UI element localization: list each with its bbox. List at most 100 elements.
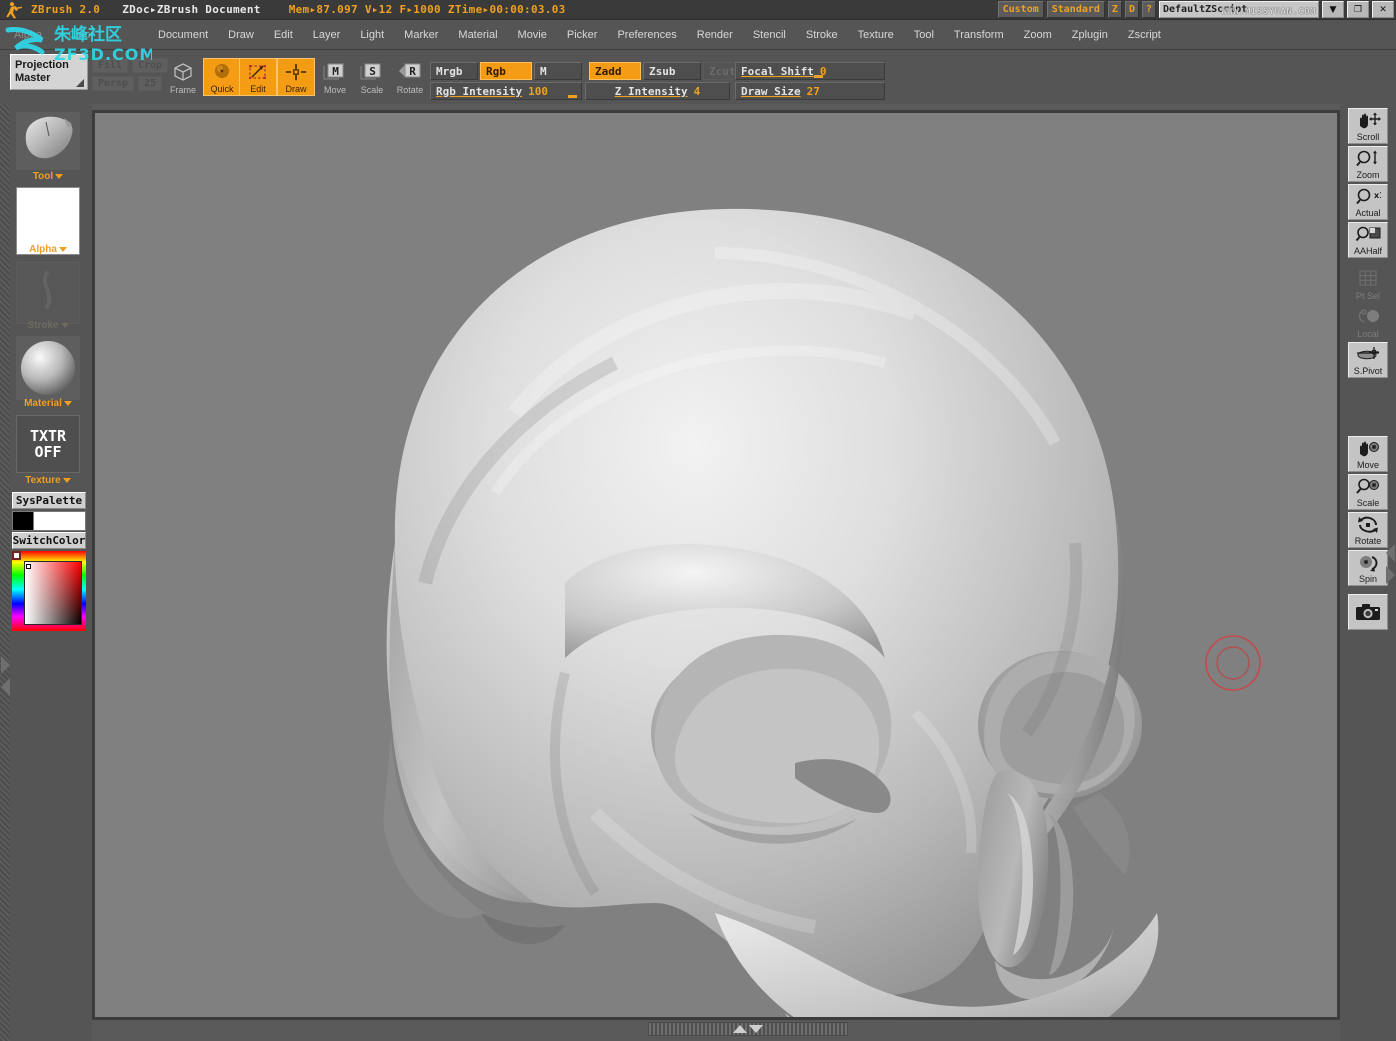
move-button[interactable]: M Move <box>316 58 354 96</box>
local-button[interactable]: Local <box>1348 304 1388 340</box>
menu-item-zoom[interactable]: Zoom <box>1014 20 1062 50</box>
right-panel-collapse-arrow[interactable] <box>1386 544 1395 562</box>
spin-nav-button[interactable]: Spin <box>1348 550 1388 586</box>
color-swatches <box>12 511 86 531</box>
menu-item-movie[interactable]: Movie <box>508 20 557 50</box>
rotate-nav-button[interactable]: Rotate <box>1348 512 1388 548</box>
texture-panel-label[interactable]: Texture <box>16 475 80 486</box>
minimize-button[interactable]: ▼ <box>1322 1 1344 18</box>
menu-item-stencil[interactable]: Stencil <box>743 20 796 50</box>
canvas-inner[interactable] <box>95 113 1337 1017</box>
canvas-scroll-handle[interactable] <box>648 1022 848 1036</box>
document-name: ZDoc▸ZBrush Document <box>122 3 260 16</box>
svg-text:R: R <box>409 65 416 78</box>
z-intensity-slider[interactable]: Z Intensity 4 <box>585 82 730 100</box>
secondary-color-swatch[interactable] <box>34 511 86 531</box>
zadd-button[interactable]: Zadd <box>589 62 641 80</box>
zscript-field[interactable]: DefaultZScript WWW.MISSYUAN.COM <box>1159 1 1319 18</box>
z-button[interactable]: Z <box>1108 1 1122 18</box>
menu-item-transform[interactable]: Transform <box>944 20 1014 50</box>
color-picker[interactable] <box>12 551 86 631</box>
zbrush-logo-icon <box>3 1 25 19</box>
zoom-button[interactable]: Zoom <box>1348 146 1388 182</box>
skull-3d-model[interactable] <box>95 113 1337 1017</box>
ghost-persp-value: 25 <box>138 76 162 91</box>
alpha-panel-label[interactable]: Alpha <box>16 244 80 255</box>
frame-button[interactable]: Frame <box>164 58 202 96</box>
projection-master-button[interactable]: Projection Master <box>10 54 88 90</box>
snapshot-camera-button[interactable] <box>1348 594 1388 630</box>
menu-item-draw[interactable]: Draw <box>218 20 264 50</box>
aahalf-button[interactable]: AAHalf <box>1348 222 1388 258</box>
menu-item-picker[interactable]: Picker <box>557 20 608 50</box>
draw-size-label: Draw Size <box>741 85 801 98</box>
menu-item-render[interactable]: Render <box>687 20 743 50</box>
restore-button[interactable]: ❐ <box>1347 1 1369 18</box>
focal-shift-slider[interactable]: Focal Shift 0 <box>735 62 885 80</box>
syspalette-button[interactable]: SysPalette <box>12 492 86 509</box>
help-button[interactable]: ? <box>1142 1 1156 18</box>
menu-item-zplugin[interactable]: Zplugin <box>1062 20 1118 50</box>
scroll-button[interactable]: Scroll <box>1348 108 1388 144</box>
menu-item-zscript[interactable]: Zscript <box>1118 20 1171 50</box>
menu-item-color[interactable]: Color <box>68 29 94 41</box>
menu-item-layer[interactable]: Layer <box>303 20 351 50</box>
menu-item-material[interactable]: Material <box>448 20 507 50</box>
menu-item-light[interactable]: Light <box>350 20 394 50</box>
m-button[interactable]: M <box>534 62 582 80</box>
quick-button[interactable]: Quick <box>203 58 241 96</box>
s-pivot-button[interactable]: S.Pivot <box>1348 342 1388 378</box>
material-panel-label[interactable]: Material <box>16 398 80 409</box>
zbrush-application-window: ZBrush 2.0 ZDoc▸ZBrush Document Mem▸87.0… <box>0 0 1396 1041</box>
texture-swatch[interactable]: TXTR OFF <box>16 415 80 473</box>
material-swatch[interactable] <box>16 336 80 400</box>
tool-swatch[interactable] <box>16 112 80 170</box>
scroll-down-icon[interactable] <box>749 1025 763 1033</box>
pt-sel-button[interactable]: Pt Sel <box>1348 266 1388 302</box>
rgb-button[interactable]: Rgb <box>480 62 532 80</box>
standard-layout-button[interactable]: Standard <box>1047 1 1105 18</box>
switchcolor-button[interactable]: SwitchColor <box>12 532 86 549</box>
scroll-up-icon[interactable] <box>733 1025 747 1033</box>
menu-item-preferences[interactable]: Preferences <box>607 20 686 50</box>
menu-item-marker[interactable]: Marker <box>394 20 448 50</box>
right-panel-expand-arrow[interactable] <box>1386 566 1395 584</box>
rgb-intensity-slider[interactable]: Rgb Intensity 100 <box>430 82 582 100</box>
mrgb-button[interactable]: Mrgb <box>430 62 478 80</box>
close-button[interactable]: ✕ <box>1372 1 1394 18</box>
zscript-value: DefaultZScript <box>1163 4 1247 15</box>
zsub-button[interactable]: Zsub <box>643 62 701 80</box>
d-button[interactable]: D <box>1125 1 1139 18</box>
menu-item-tool[interactable]: Tool <box>904 20 944 50</box>
draw-size-slider[interactable]: Draw Size 27 <box>735 82 885 100</box>
z-intensity-value: 4 <box>694 85 701 98</box>
saturation-value-square[interactable] <box>24 561 82 625</box>
skull-right-zygomatic <box>1073 793 1130 875</box>
chevron-down-icon <box>55 174 63 179</box>
stroke-swatch[interactable] <box>16 262 80 324</box>
menu-item-edit[interactable]: Edit <box>264 20 303 50</box>
menu-item-stroke[interactable]: Stroke <box>796 20 848 50</box>
left-panel-collapse-arrow[interactable] <box>1 678 10 696</box>
scale-nav-button[interactable]: Scale <box>1348 474 1388 510</box>
document-canvas[interactable] <box>92 110 1340 1020</box>
menu-item-document[interactable]: Document <box>148 20 218 50</box>
menu-item-texture[interactable]: Texture <box>848 20 904 50</box>
rotate-button[interactable]: R Rotate <box>391 58 429 96</box>
move-nav-button[interactable]: Move <box>1348 436 1388 472</box>
tool-panel-label[interactable]: Tool <box>16 171 80 182</box>
stroke-label-text: Stroke <box>27 320 58 331</box>
custom-layout-button[interactable]: Custom <box>998 1 1044 18</box>
rotate-arrows-icon <box>1355 513 1381 536</box>
store-pivot-icon <box>1355 343 1381 366</box>
scale-button[interactable]: S Scale <box>353 58 391 96</box>
edit-button[interactable]: Edit <box>239 58 277 96</box>
left-panel-expand-arrow[interactable] <box>1 656 10 674</box>
title-bar-right-group: Custom Standard Z D ? DefaultZScript WWW… <box>998 1 1394 18</box>
left-sidebar-grip[interactable] <box>0 104 10 1041</box>
main-color-swatch[interactable] <box>12 511 34 531</box>
stroke-panel-label[interactable]: Stroke <box>16 320 80 331</box>
draw-button[interactable]: Draw <box>277 58 315 96</box>
actual-button[interactable]: x1 Actual <box>1348 184 1388 220</box>
menu-item-alpha[interactable]: Alpha <box>14 29 42 41</box>
